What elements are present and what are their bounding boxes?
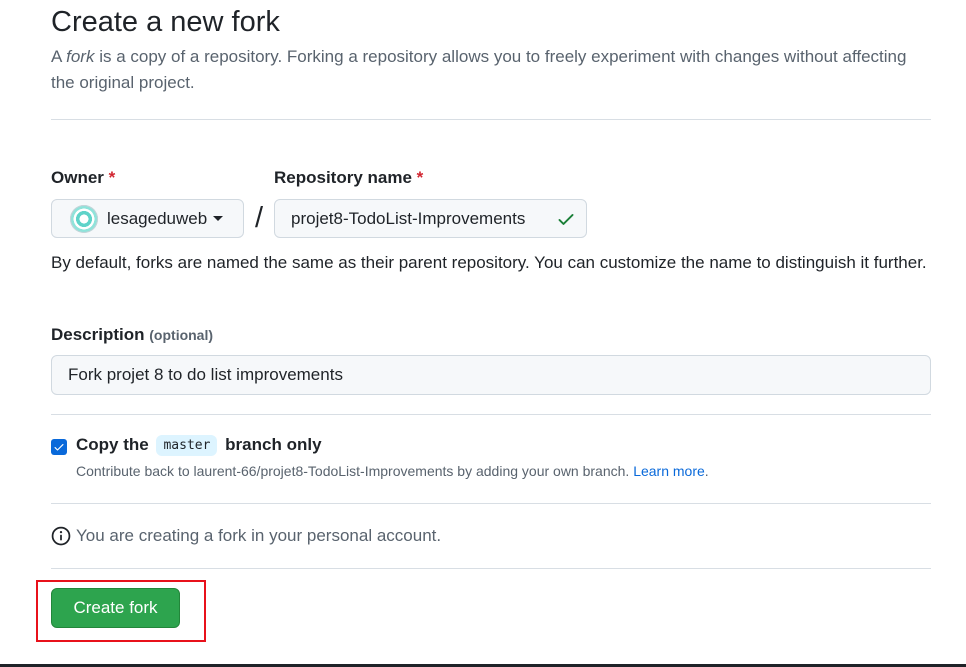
highlight-annotation: [36, 580, 206, 642]
personal-account-notice-text: You are creating a fork in your personal…: [76, 526, 442, 545]
repository-name-label: Repository name *: [274, 168, 423, 188]
owner-select[interactable]: lesageduweb: [51, 199, 244, 238]
owner-repo-separator: /: [255, 202, 264, 234]
note-period: .: [704, 463, 709, 479]
check-icon: [558, 214, 574, 225]
page-intro: A fork is a copy of a repository. Forkin…: [51, 44, 921, 96]
page-title: Create a new fork: [51, 6, 280, 38]
info-icon: [51, 526, 71, 546]
description-input[interactable]: Fork projet 8 to do list improvements: [51, 355, 931, 395]
intro-after: is a copy of a repository. Forking a rep…: [51, 47, 907, 92]
owner-label-text: Owner: [51, 168, 104, 187]
personal-account-notice: You are creating a fork in your personal…: [51, 526, 441, 546]
description-value: Fork projet 8 to do list improvements: [68, 365, 343, 384]
divider: [51, 119, 931, 120]
copy-branch-note-text: Contribute back to laurent-66/projet8-To…: [76, 463, 630, 479]
caret-down-icon: [213, 216, 224, 221]
description-label: Description (optional): [51, 325, 213, 345]
repository-name-value: projet8-TodoList-Improvements: [291, 208, 526, 228]
checkmark-icon: [54, 444, 64, 451]
required-mark: *: [108, 168, 116, 187]
copy-branch-label-before: Copy the: [76, 435, 149, 454]
learn-more-link[interactable]: Learn more: [633, 463, 705, 479]
avatar: [70, 204, 98, 233]
intro-before: A: [51, 47, 67, 66]
required-mark: *: [416, 168, 424, 187]
copy-branch-label[interactable]: Copy the master branch only: [76, 435, 322, 456]
copy-branch-note: Contribute back to laurent-66/projet8-To…: [76, 463, 709, 479]
divider: [51, 568, 931, 569]
description-label-text: Description: [51, 325, 145, 344]
divider: [51, 503, 931, 504]
branch-name-code: master: [156, 435, 218, 456]
intro-fork-emphasis: fork: [66, 47, 95, 66]
optional-note: (optional): [149, 327, 214, 343]
divider: [51, 414, 931, 415]
owner-label: Owner *: [51, 168, 115, 188]
copy-branch-label-after: branch only: [225, 435, 322, 454]
repository-name-help: By default, forks are named the same as …: [51, 253, 927, 272]
repository-name-label-text: Repository name: [274, 168, 412, 187]
repository-name-input[interactable]: projet8-TodoList-Improvements: [274, 199, 587, 238]
owner-selected-value: lesageduweb: [107, 208, 208, 228]
copy-branch-checkbox[interactable]: [51, 439, 67, 455]
